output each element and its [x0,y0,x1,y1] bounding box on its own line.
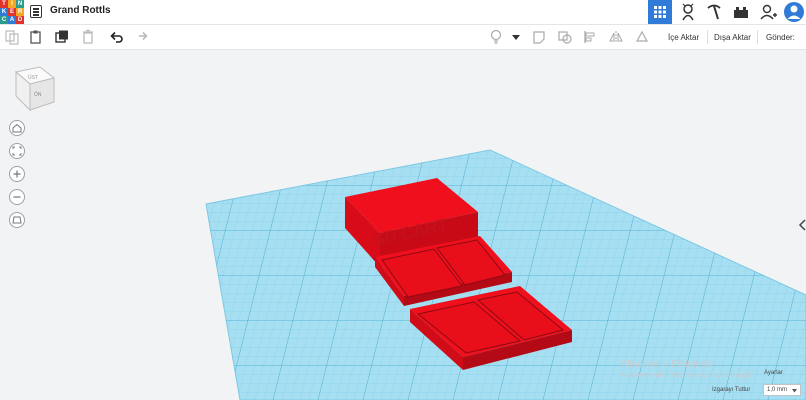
align-icon[interactable] [582,29,598,45]
logo-letter: R [16,8,24,16]
workplane-viewport[interactable]: SD CART ÜST ÖN [0,50,806,400]
logo-letter: A [8,16,16,24]
minus-icon [13,196,21,198]
group-icon[interactable] [557,29,573,45]
plus-icon [13,170,21,178]
view-cube[interactable]: ÜST ÖN [8,62,60,114]
windows-activation-watermark: Windows'u Etkinleştir Windows'u etkinleş… [620,359,758,379]
zoom-out-button[interactable] [9,189,25,205]
brick-icon[interactable] [731,2,751,22]
perspective-icon [12,216,22,224]
logo-letter: I [8,0,16,8]
delete-icon[interactable] [80,29,96,45]
undo-icon[interactable] [108,29,124,45]
logo-letter: C [0,16,8,24]
import-button[interactable]: İçe Aktar [668,33,699,42]
home-icon [12,123,22,133]
redo-icon[interactable] [134,29,150,45]
chevron-down-icon [792,389,797,393]
top-bar: T I N K E R C A D Grand Rottls [0,0,806,25]
add-user-icon[interactable] [758,2,778,22]
mirror-icon[interactable] [608,29,624,45]
project-title[interactable]: Grand Rottls [50,5,111,16]
paste-icon[interactable] [28,29,44,45]
watermark-title: Windows'u Etkinleştir [620,359,715,370]
avatar-icon[interactable] [783,0,805,24]
scene: SD CART [205,149,806,400]
fit-icon [12,146,22,156]
pickaxe-icon[interactable] [704,2,724,22]
edit-toolbar: İçe Aktar Dışa Aktar Gönder: [0,25,806,50]
divider [707,30,708,44]
fit-view-button[interactable] [9,143,25,159]
copy-icon[interactable] [4,29,20,45]
watermark-subtitle: Windows'u etkinleştirmek için Ayarlar'a … [620,372,759,379]
grid-snap-label: Izgarayı Tuttur [712,387,751,393]
settings-link[interactable]: Ayarlar [764,370,783,376]
perspective-button[interactable] [9,212,25,228]
viewcube-top-label: ÜST [28,74,38,81]
zoom-in-button[interactable] [9,166,25,182]
divider [757,30,758,44]
cruise-icon[interactable] [634,29,650,45]
logo-letter: D [16,16,24,24]
logo-letter: T [0,0,8,8]
logo-letter: K [0,8,8,16]
panel-expand-icon[interactable] [798,218,806,232]
blocks-icon[interactable] [678,2,698,22]
home-view-button[interactable] [9,120,25,136]
logo-letter: N [16,0,24,8]
lightbulb-icon[interactable] [488,29,504,45]
3d-design-view-button[interactable] [648,0,672,24]
grid-icon [654,6,666,18]
export-button[interactable]: Dışa Aktar [714,33,751,42]
chevron-down-icon[interactable] [512,35,520,41]
note-icon[interactable] [532,29,548,45]
design-list-icon[interactable] [30,5,42,18]
grid-snap-select[interactable]: 1,0 mm [763,384,801,396]
duplicate-icon[interactable] [54,29,70,45]
send-to-button[interactable]: Gönder: [766,33,795,42]
viewcube-front-label: ÖN [34,91,42,98]
grid-snap-value: 1,0 mm [767,387,788,393]
logo-letter: E [8,8,16,16]
tinkercad-logo[interactable]: T I N K E R C A D [0,0,24,24]
